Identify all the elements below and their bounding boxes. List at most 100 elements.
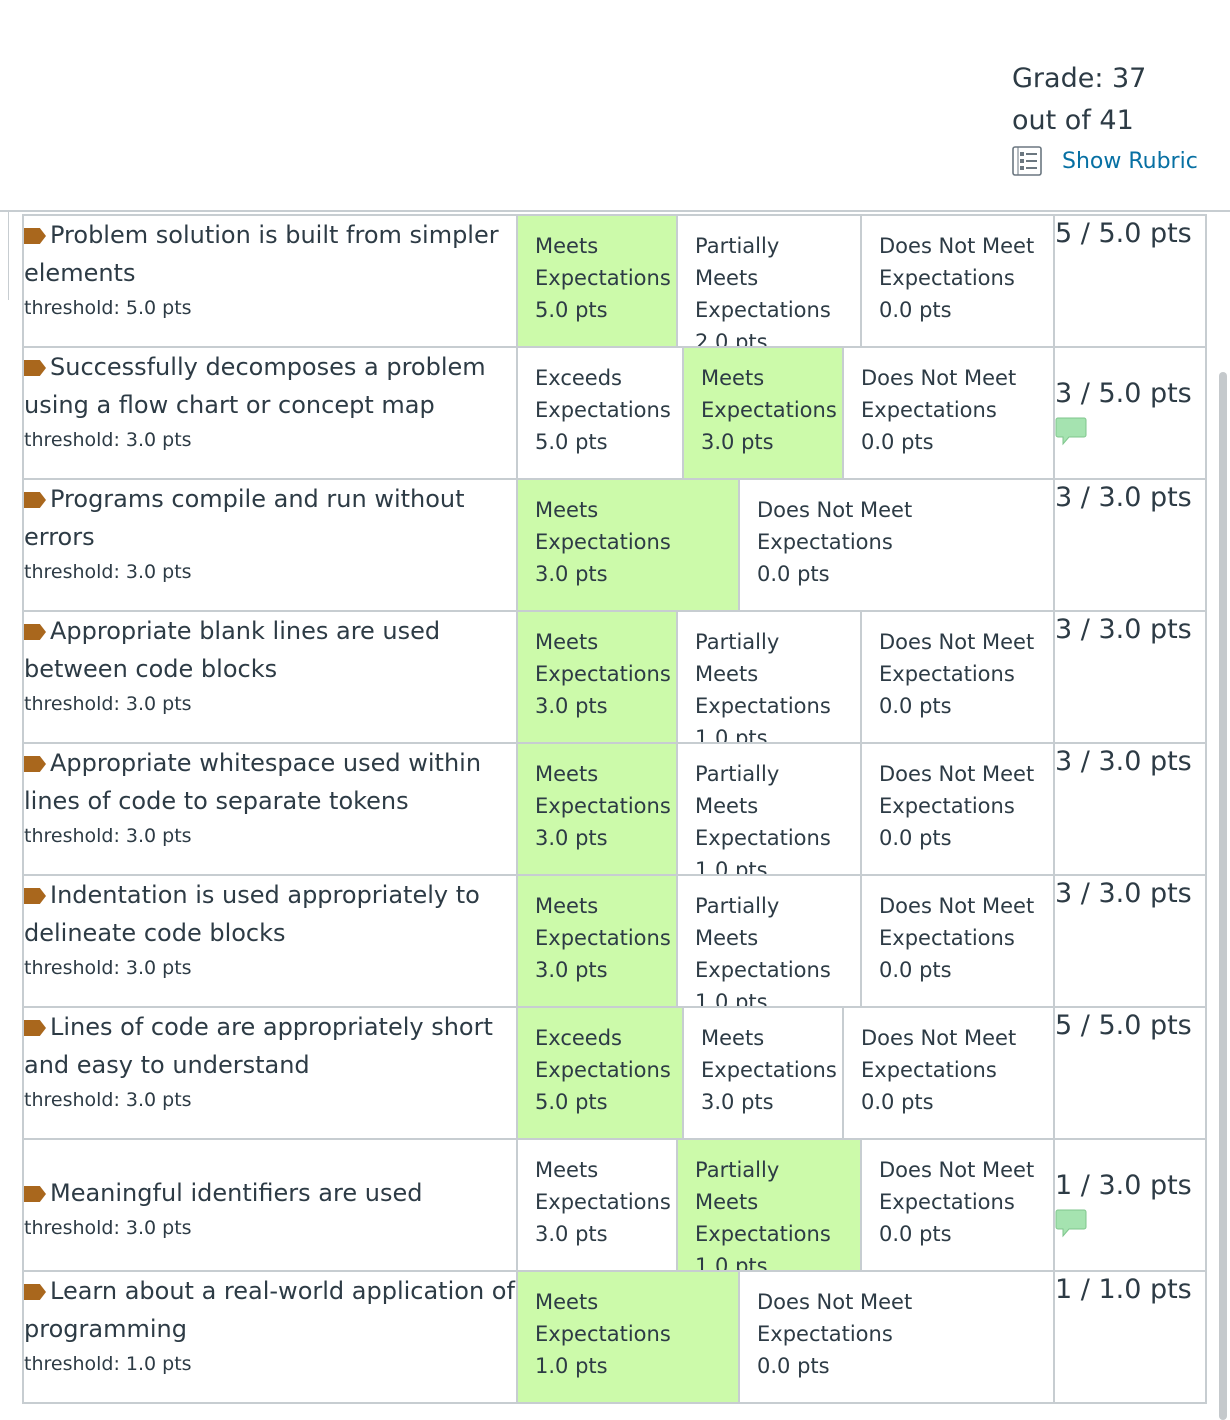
rating-points: 3.0 pts [535,694,608,718]
rating-points: 1.0 pts [695,726,768,742]
criterion-row: Appropriate blank lines are used between… [22,610,1207,744]
criterion-title: Lines of code are appropriately short an… [24,1008,516,1084]
criterion-title: Programs compile and run without errors [24,480,516,556]
rating-points: 0.0 pts [879,298,952,322]
rating-name: Meets Expectations [535,498,671,554]
rating-points: 0.0 pts [861,430,934,454]
rating-option[interactable]: Does Not Meet Expectations 0.0 pts [844,348,1053,478]
rating-option[interactable]: Meets Expectations 3.0 pts [518,480,740,610]
rating-option[interactable]: Partially Meets Expectations 1.0 pts [678,744,862,874]
rating-option[interactable]: Meets Expectations 1.0 pts [518,1272,740,1402]
ratings-group: Meets Expectations 5.0 pts Partially Meets… [518,216,1053,346]
comment-icon[interactable] [1055,416,1087,446]
criterion-points: 3 / 3.0 pts [1055,878,1192,909]
rating-option[interactable]: Partially Meets Expectations 1.0 pts [678,1140,862,1270]
criterion-title: Appropriate whitespace used within lines… [24,744,516,820]
points-cell: 3 / 3.0 pts [1053,610,1207,744]
points-cell: 3 / 5.0 pts [1053,346,1207,480]
rating-points: 3.0 pts [535,562,608,586]
rating-name: Meets Expectations [535,630,671,686]
tag-icon [24,756,46,772]
criterion-threshold: threshold: 1.0 pts [24,1353,192,1375]
rating-name: Meets Expectations [535,762,671,818]
criterion-points: 3 / 3.0 pts [1055,482,1192,513]
rating-option[interactable]: Does Not Meet Expectations 0.0 pts [862,744,1053,874]
ratings-group: Meets Expectations 3.0 pts Partially Meets… [518,744,1053,874]
criterion-row: Indentation is used appropriately to del… [22,874,1207,1008]
ratings-group: Meets Expectations 3.0 pts Does Not Meet E… [518,480,1053,610]
ratings-group: Meets Expectations 1.0 pts Does Not Meet E… [518,1272,1053,1402]
ratings-cell: Meets Expectations 1.0 pts Does Not Meet E… [516,1270,1055,1404]
rating-option[interactable]: Meets Expectations 3.0 pts [518,744,678,874]
ratings-group: Meets Expectations 3.0 pts Partially Meets… [518,612,1053,742]
criterion-title-text: Meaningful identifiers are used [50,1179,423,1207]
rating-name: Partially Meets Expectations [695,894,831,982]
rating-points: 1.0 pts [695,990,768,1006]
criterion-description: Meaningful identifiers are used threshold… [22,1138,518,1272]
rating-option[interactable]: Does Not Meet Expectations 0.0 pts [844,1008,1053,1138]
rating-option[interactable]: Meets Expectations 3.0 pts [518,1140,678,1270]
rating-option[interactable]: Does Not Meet Expectations 0.0 pts [740,480,1053,610]
rating-option[interactable]: Meets Expectations 3.0 pts [518,612,678,742]
rating-points: 0.0 pts [757,1354,830,1378]
rating-option[interactable]: Does Not Meet Expectations 0.0 pts [862,1140,1053,1270]
rating-option[interactable]: Meets Expectations 3.0 pts [684,348,844,478]
points-cell: 1 / 3.0 pts [1053,1138,1207,1272]
rating-name: Partially Meets Expectations [695,234,831,322]
tag-icon [24,1186,46,1202]
scrollbar[interactable] [1219,372,1227,1420]
rating-option[interactable]: Meets Expectations 3.0 pts [518,876,678,1006]
rating-option[interactable]: Partially Meets Expectations 1.0 pts [678,612,862,742]
criterion-description: Lines of code are appropriately short an… [22,1006,518,1140]
criterion-threshold: threshold: 3.0 pts [24,429,192,451]
rating-name: Does Not Meet Expectations [879,234,1035,290]
ratings-group: Exceeds Expectations 5.0 pts Meets Expecta… [518,348,1053,478]
rating-points: 3.0 pts [701,430,774,454]
rating-points: 5.0 pts [535,430,608,454]
criterion-title-text: Successfully decomposes a problem using … [24,353,486,419]
rating-points: 0.0 pts [879,1222,952,1246]
criterion-title-text: Learn about a real-world application of … [24,1277,515,1343]
rating-option[interactable]: Does Not Meet Expectations 0.0 pts [862,612,1053,742]
points-cell: 1 / 1.0 pts [1053,1270,1207,1404]
criterion-row: Programs compile and run without errors t… [22,478,1207,612]
rating-points: 1.0 pts [695,858,768,874]
points-cell: 5 / 5.0 pts [1053,214,1207,348]
criterion-threshold: threshold: 3.0 pts [24,1217,192,1239]
rating-option[interactable]: Exceeds Expectations 5.0 pts [518,348,684,478]
show-rubric-label[interactable]: Show Rubric [1062,149,1198,174]
rating-option[interactable]: Does Not Meet Expectations 0.0 pts [740,1272,1053,1402]
rubric-table: Problem solution is built from simpler e… [22,214,1207,1404]
grade-score: Grade: 37 [1012,63,1147,94]
tag-icon [24,888,46,904]
ratings-group: Exceeds Expectations 5.0 pts Meets Expecta… [518,1008,1053,1138]
ratings-cell: Meets Expectations 3.0 pts Does Not Meet E… [516,478,1055,612]
criterion-points: 3 / 3.0 pts [1055,746,1192,777]
rating-points: 3.0 pts [535,826,608,850]
criterion-description: Indentation is used appropriately to del… [22,874,518,1008]
rating-option[interactable]: Exceeds Expectations 5.0 pts [518,1008,684,1138]
rating-option[interactable]: Partially Meets Expectations 1.0 pts [678,876,862,1006]
rating-option[interactable]: Does Not Meet Expectations 0.0 pts [862,876,1053,1006]
rating-option[interactable]: Partially Meets Expectations 2.0 pts [678,216,862,346]
rating-option[interactable]: Meets Expectations 3.0 pts [684,1008,844,1138]
criterion-points: 1 / 1.0 pts [1055,1274,1192,1305]
ratings-cell: Meets Expectations 3.0 pts Partially Meets… [516,874,1055,1008]
show-rubric-link[interactable]: Show Rubric [1012,146,1198,176]
criterion-title-text: Appropriate blank lines are used between… [24,617,441,683]
criterion-title: Problem solution is built from simpler e… [24,216,516,292]
criterion-threshold: threshold: 3.0 pts [24,957,192,979]
comment-icon[interactable] [1055,1208,1087,1238]
criterion-row: Learn about a real-world application of … [22,1270,1207,1404]
points-cell: 5 / 5.0 pts [1053,1006,1207,1140]
left-border [8,212,9,300]
rating-option[interactable]: Does Not Meet Expectations 0.0 pts [862,216,1053,346]
criterion-title-text: Problem solution is built from simpler e… [24,221,499,287]
criterion-points: 3 / 3.0 pts [1055,614,1192,645]
rating-points: 1.0 pts [535,1354,608,1378]
criterion-threshold: threshold: 5.0 pts [24,297,192,319]
points-cell: 3 / 3.0 pts [1053,478,1207,612]
rating-option[interactable]: Meets Expectations 5.0 pts [518,216,678,346]
criterion-description: Successfully decomposes a problem using … [22,346,518,480]
criterion-row: Meaningful identifiers are used threshold… [22,1138,1207,1272]
